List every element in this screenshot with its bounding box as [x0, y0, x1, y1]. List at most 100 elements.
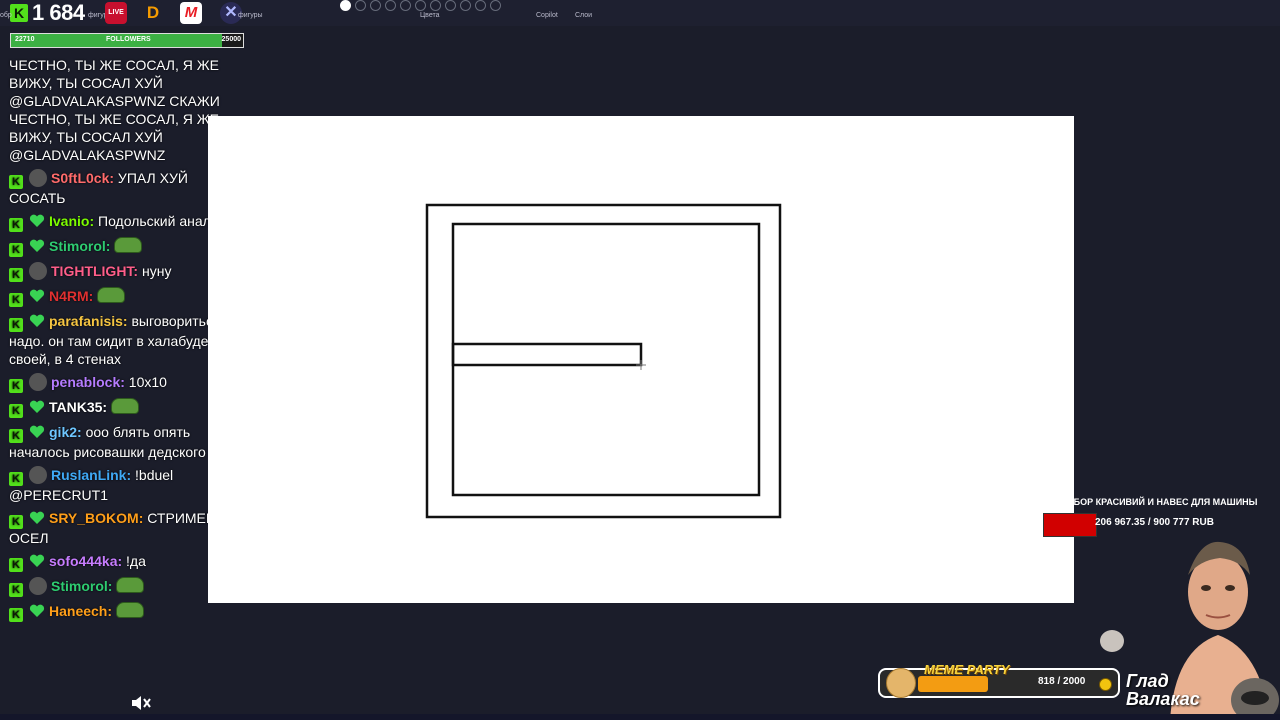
- inner-rectangle: [451, 222, 761, 497]
- m-app-icon[interactable]: M: [180, 2, 202, 24]
- copilot-button[interactable]: Copilot: [536, 12, 558, 19]
- taskbar-strip: [0, 714, 1280, 720]
- donation-goal-title: НА ЗАБОР КРАСИВИЙ И НАВЕС ДЛЯ МАШИНЫ: [1046, 497, 1258, 507]
- kick-badge-icon: K: [9, 268, 23, 282]
- chat-username[interactable]: Stimorol:: [49, 238, 110, 254]
- meme-party-count: 818 / 2000: [1038, 676, 1086, 687]
- chat-username[interactable]: RuslanLink:: [51, 467, 131, 483]
- kick-badge-icon: K: [9, 429, 23, 443]
- followers-target: 25000: [221, 36, 241, 43]
- layers-button[interactable]: Слои: [575, 12, 592, 19]
- pepe-emote-icon: [110, 398, 139, 414]
- coin-icon: [1099, 678, 1112, 691]
- d-app-icon[interactable]: D: [142, 2, 164, 24]
- user-avatar: [29, 466, 47, 484]
- chat-username[interactable]: SRY_BOKOM:: [49, 510, 143, 526]
- toolbar-label-a: обр: [0, 12, 12, 19]
- chat-message-text: нуну: [142, 263, 172, 279]
- chat-username[interactable]: penablock:: [51, 374, 125, 390]
- palette-color-swatch[interactable]: [340, 0, 351, 11]
- user-avatar: [29, 577, 47, 595]
- palette-color-swatch[interactable]: [385, 0, 396, 11]
- chat-username[interactable]: N4RM:: [49, 288, 93, 304]
- heart-badge-icon: [29, 239, 45, 252]
- donation-goal-bar: [1043, 513, 1097, 537]
- heart-badge-icon: [29, 400, 45, 413]
- kick-badge-icon: K: [9, 293, 23, 307]
- drawing-canvas[interactable]: [208, 116, 1074, 603]
- kick-badge-icon: K: [9, 608, 23, 622]
- chat-username[interactable]: Ivanio:: [49, 213, 94, 229]
- viewer-count: 1 684: [32, 0, 85, 25]
- colors-label: Цвета: [420, 12, 440, 19]
- palette-color-swatch[interactable]: [445, 0, 456, 11]
- chat-username[interactable]: parafanisis:: [49, 313, 128, 329]
- chat-message-text: !да: [126, 553, 146, 569]
- kick-badge-icon: K: [9, 515, 23, 529]
- kick-badge-icon: K: [9, 472, 23, 486]
- palette-color-swatch[interactable]: [430, 0, 441, 11]
- top-toolbar: K 1 684 обр фигуры LIVE D M ✕ фигуры Цве…: [0, 0, 1280, 26]
- chat-message-text: Подольский анализ: [98, 213, 226, 229]
- heart-badge-icon: [29, 511, 45, 524]
- palette-color-swatch[interactable]: [400, 0, 411, 11]
- meme-party-title: MEME PARTY: [924, 662, 1010, 677]
- drawing-svg: [425, 203, 782, 519]
- chat-username[interactable]: TANK35:: [49, 399, 107, 415]
- followers-current: 22710: [15, 36, 35, 43]
- kick-icon: K: [10, 4, 28, 22]
- pepe-emote-icon: [97, 287, 126, 303]
- streamer-name: Глад Валакас: [1126, 672, 1200, 708]
- heart-badge-icon: [29, 554, 45, 567]
- user-avatar: [29, 262, 47, 280]
- live-icon[interactable]: LIVE: [105, 2, 127, 24]
- heart-badge-icon: [29, 314, 45, 327]
- pepe-emote-icon: [115, 602, 144, 618]
- palette-color-swatch[interactable]: [370, 0, 381, 11]
- crosshair-cursor-icon: [636, 360, 646, 370]
- cat-avatar-icon: [1100, 630, 1124, 652]
- kick-badge-icon: K: [9, 379, 23, 393]
- kick-badge-icon: K: [9, 175, 23, 189]
- kick-badge-icon: K: [9, 583, 23, 597]
- palette-color-swatch[interactable]: [475, 0, 486, 11]
- palette-color-swatch[interactable]: [490, 0, 501, 11]
- followers-label: FOLLOWERS: [106, 36, 151, 43]
- palette-color-swatch[interactable]: [415, 0, 426, 11]
- user-avatar: [29, 169, 47, 187]
- donation-goal-amount: 206 967.35 / 900 777 RUB: [1095, 517, 1214, 528]
- kick-badge-icon: K: [9, 218, 23, 232]
- kick-badge-icon: K: [9, 318, 23, 332]
- chat-username[interactable]: S0ftL0ck:: [51, 170, 114, 186]
- chat-message-text: 10x10: [128, 374, 167, 390]
- palette-color-swatch[interactable]: [460, 0, 471, 11]
- chat-username[interactable]: TIGHTLIGHT:: [51, 263, 138, 279]
- streamer-name-line2: Валакас: [1126, 689, 1200, 709]
- chat-username[interactable]: sofo444ka:: [49, 553, 122, 569]
- heart-badge-icon: [29, 214, 45, 227]
- color-palette[interactable]: [340, 0, 501, 11]
- chat-message: K Haneech:: [9, 602, 245, 622]
- chat-message-text: ЧЕСТНО, ТЫ ЖЕ СОСАЛ, Я ЖЕ ВИЖУ, ТЫ СОСАЛ…: [9, 57, 220, 163]
- pepe-emote-icon: [116, 577, 145, 593]
- heart-badge-icon: [29, 604, 45, 617]
- heart-badge-icon: [29, 425, 45, 438]
- kick-badge-icon: K: [9, 243, 23, 257]
- meme-party-progress-fill: [918, 676, 988, 692]
- mute-icon[interactable]: [130, 694, 152, 712]
- user-avatar: [29, 373, 47, 391]
- streamer-name-line1: Глад: [1126, 671, 1169, 691]
- doge-icon: [886, 668, 916, 698]
- chat-username[interactable]: gik2:: [49, 424, 82, 440]
- toolbar-label-shapes: фигуры: [238, 12, 263, 19]
- chat-username[interactable]: Stimorol:: [51, 578, 112, 594]
- kick-badge-icon: K: [9, 404, 23, 418]
- palette-color-swatch[interactable]: [355, 0, 366, 11]
- outer-rectangle: [425, 203, 782, 519]
- followers-goal-bar: 22710 FOLLOWERS 25000: [10, 33, 244, 48]
- pepe-emote-icon: [114, 237, 143, 253]
- kick-badge-icon: K: [9, 558, 23, 572]
- chat-username[interactable]: Haneech:: [49, 603, 112, 619]
- bar-rectangle: [451, 342, 643, 367]
- heart-badge-icon: [29, 289, 45, 302]
